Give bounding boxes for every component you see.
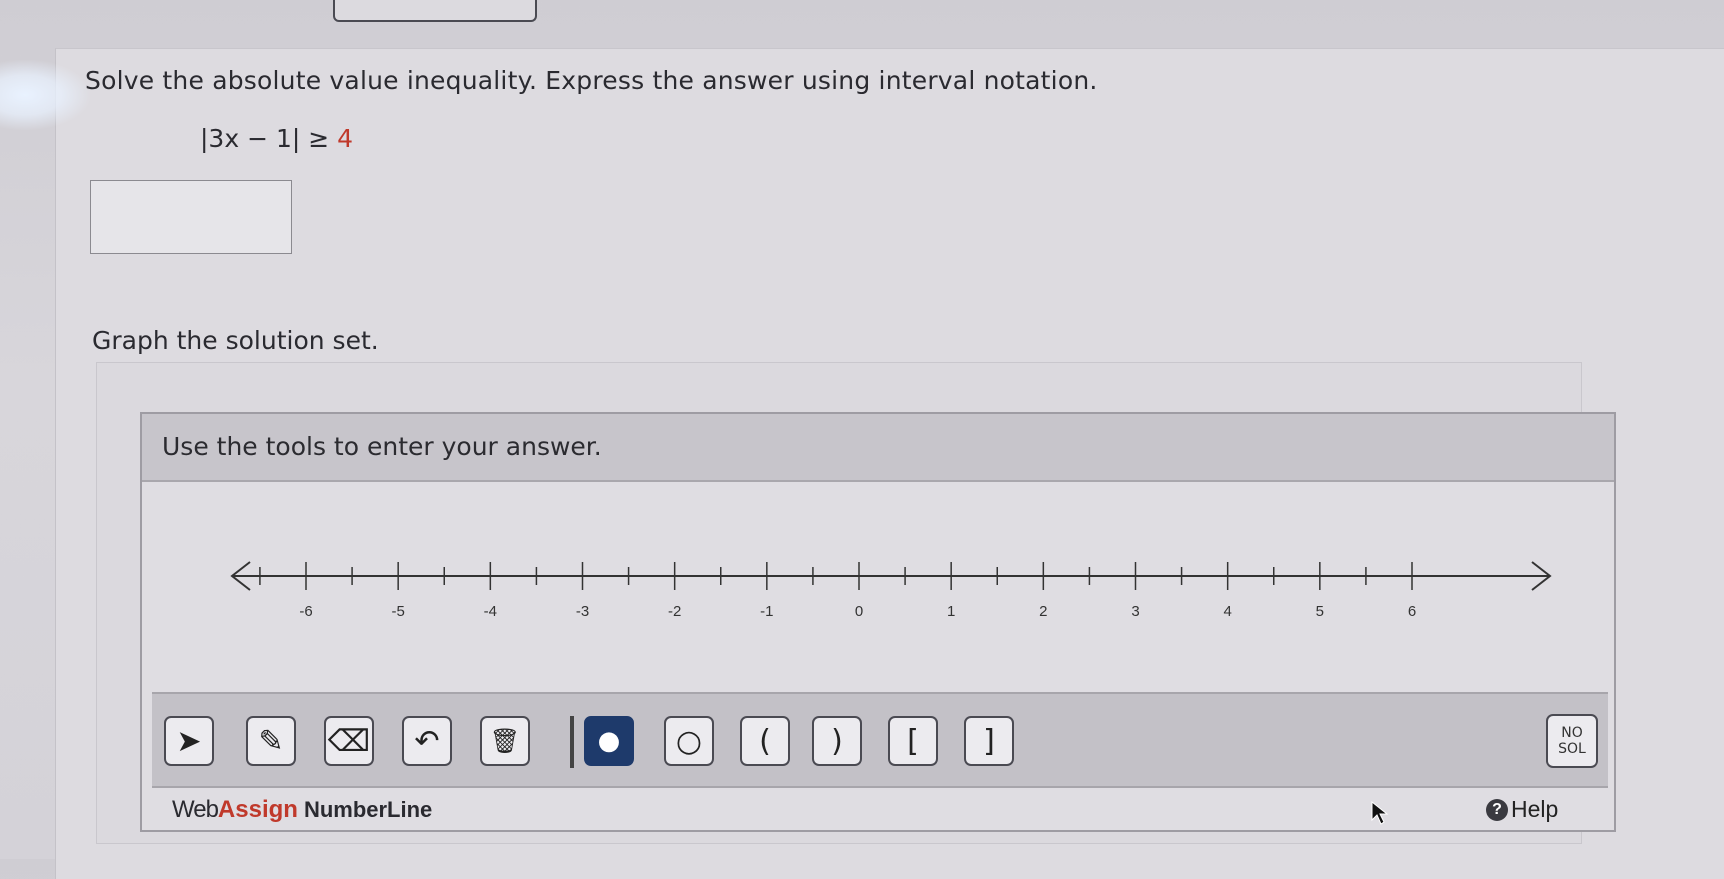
nosol-line2: SOL <box>1558 741 1586 757</box>
tick-label: -5 <box>391 603 404 620</box>
webassign-brand: WebAssign NumberLine <box>172 796 432 824</box>
number-line-svg[interactable]: -6 -5 -4 -3 -2 -1 0 1 2 3 4 5 6 <box>202 540 1692 640</box>
pointer-tool[interactable]: ➤ <box>164 716 214 766</box>
tick-label: -6 <box>299 603 312 620</box>
help-button[interactable]: ? Help <box>1486 796 1558 823</box>
closed-dot-tool[interactable]: ● <box>584 716 634 766</box>
tick-label: -4 <box>484 603 497 620</box>
tick-label: -3 <box>576 603 589 620</box>
nosol-line1: NO <box>1561 725 1583 741</box>
brand-assign: Assign <box>217 796 298 823</box>
tool-bar: NO SOL ➤ ✎ ⌫ ↶ 🗑 ● ○ () [] <box>152 692 1608 788</box>
number-line[interactable]: -6 -5 -4 -3 -2 -1 0 1 2 3 4 5 6 <box>202 540 1692 640</box>
widget-footer: WebAssign NumberLine ? Help <box>152 786 1608 830</box>
right-bracket-icon: ] <box>983 723 995 759</box>
undo-icon: ↶ <box>414 723 440 759</box>
help-label: Help <box>1511 796 1559 822</box>
tick-label: -2 <box>668 603 681 620</box>
screen-glare <box>0 60 90 130</box>
inequality-lhs: |3x − 1| ≥ <box>200 124 338 153</box>
open-circle-icon: ○ <box>675 723 703 759</box>
no-solution-button[interactable]: NO SOL <box>1546 714 1598 768</box>
open-paren-right-tool[interactable]: ) <box>812 716 862 766</box>
undo-tool[interactable]: ↶ <box>402 716 452 766</box>
inequality-rhs: 4 <box>337 124 354 153</box>
pointer-icon: ➤ <box>176 723 202 759</box>
interval-answer-input[interactable] <box>90 180 292 254</box>
toolbar-divider <box>570 716 574 768</box>
question-prompt: Solve the absolute value inequality. Exp… <box>85 66 1098 95</box>
widget-header: Use the tools to enter your answer. <box>142 414 1614 482</box>
help-icon: ? <box>1486 798 1508 821</box>
tick-label: 2 <box>1039 603 1047 620</box>
tick-label: -1 <box>760 603 773 620</box>
top-field-box[interactable] <box>333 0 537 22</box>
open-dot-tool[interactable]: ○ <box>664 716 714 766</box>
widget-instructions: Use the tools to enter your answer. <box>162 432 602 461</box>
filled-circle-icon: ● <box>597 726 621 756</box>
left-bracket-icon: [ <box>907 723 919 759</box>
graph-prompt: Graph the solution set. <box>92 326 379 355</box>
trash-icon: 🗑 <box>489 727 521 755</box>
open-paren-left-tool[interactable]: ( <box>740 716 790 766</box>
brand-product: NumberLine <box>303 797 433 822</box>
inequality-expression: |3x − 1| ≥ 4 <box>200 124 353 153</box>
tick-label: 6 <box>1408 603 1416 620</box>
tick-label: 3 <box>1131 603 1139 620</box>
eraser-icon: ⌫ <box>327 723 371 759</box>
trash-tool[interactable]: 🗑 <box>480 716 530 766</box>
tick-label: 0 <box>855 603 863 620</box>
bracket-right-tool[interactable]: ] <box>964 716 1014 766</box>
tick-label: 4 <box>1223 603 1231 620</box>
tick-label: 5 <box>1316 603 1324 620</box>
numberline-widget: Use the tools to enter your answer. -6 -5… <box>140 412 1616 832</box>
pencil-tool[interactable]: ✎ <box>246 716 296 766</box>
pencil-icon: ✎ <box>258 723 284 759</box>
mouse-cursor-icon <box>1371 800 1389 825</box>
brand-web: Web <box>172 796 219 823</box>
eraser-tool[interactable]: ⌫ <box>324 716 374 766</box>
bracket-left-tool[interactable]: [ <box>888 716 938 766</box>
left-paren-icon: ( <box>759 723 771 759</box>
tick-label: 1 <box>947 603 955 620</box>
right-paren-icon: ) <box>831 723 843 759</box>
